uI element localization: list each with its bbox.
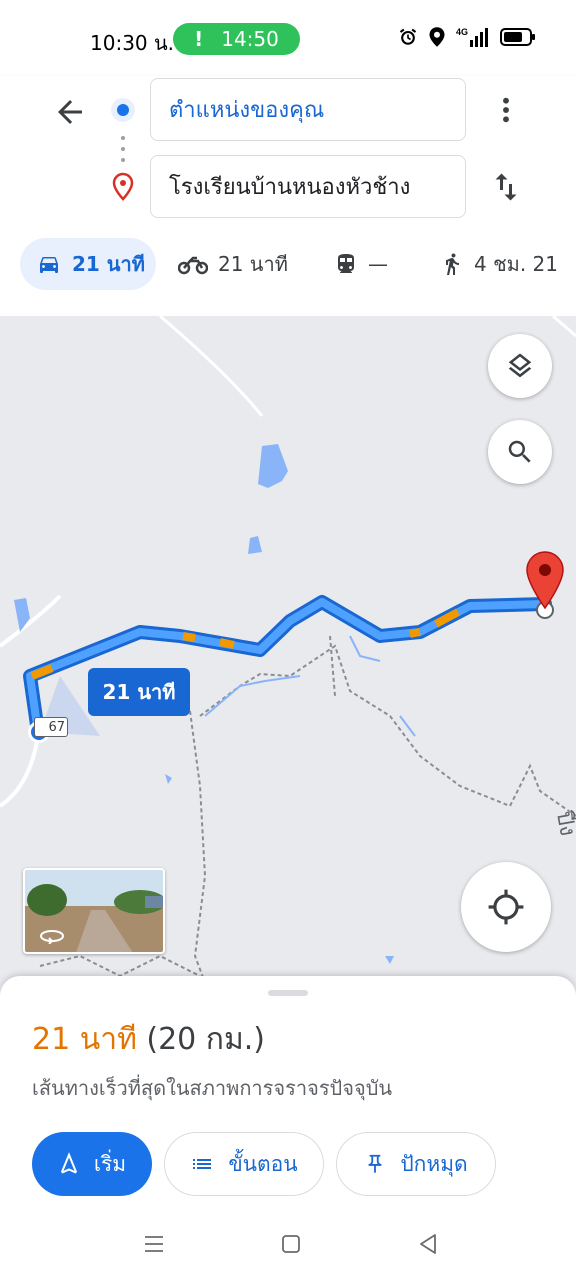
status-icons: 4G [398, 26, 536, 48]
home-icon[interactable] [279, 1232, 303, 1256]
crosshair-icon [488, 889, 524, 925]
battery-icon [500, 28, 535, 46]
clock: 10:30 น. [90, 31, 175, 55]
call-timer-pill[interactable]: ! 14:50 [173, 23, 300, 55]
steps-button-label: ขั้นตอน [228, 1151, 298, 1176]
location-icon [429, 27, 445, 47]
pin-button-label: ปักหมุด [400, 1151, 468, 1176]
layers-icon [508, 353, 532, 378]
network-type-label: 4G [456, 27, 468, 37]
signal-4g-icon: 4G [456, 27, 488, 47]
swap-icon[interactable] [488, 168, 524, 206]
map-place-label: ปีง [550, 809, 576, 839]
menu-icon[interactable] [142, 1232, 166, 1256]
mode-label-driving: 21 นาที [72, 252, 145, 276]
mode-tab-driving[interactable]: 21 นาที [20, 238, 156, 290]
navigation-arrow-icon [60, 1152, 77, 1174]
mode-tab-transit[interactable]: — [334, 238, 388, 290]
walk-icon [446, 253, 459, 275]
mode-label-transit: — [368, 252, 388, 276]
route-connector-dots [121, 136, 125, 162]
origin-dot-icon [111, 98, 135, 122]
mode-label-walking: 4 ชม. 21 [474, 252, 559, 276]
start-button-label: เริ่ม [93, 1151, 127, 1176]
back-icon[interactable] [416, 1232, 440, 1256]
motorcycle-icon [178, 256, 208, 275]
mode-tab-motorcycle[interactable]: 21 นาที [178, 238, 288, 290]
back-arrow-icon[interactable] [52, 94, 88, 130]
status-bar: 10:30 น. ! 14:50 4G [0, 0, 576, 76]
alarm-icon [399, 28, 417, 45]
pushpin-icon [368, 1154, 382, 1174]
destination-marker-icon[interactable] [524, 550, 566, 612]
rotate-360-icon [39, 930, 65, 944]
more-options-icon[interactable] [490, 92, 522, 128]
system-nav-bar [0, 1206, 576, 1280]
map-view[interactable]: 67 21 นาที ปีง สุดอนค [0, 316, 576, 996]
destination-input[interactable]: โรงเรียนบ้านหนองหัวช้าง [150, 155, 466, 218]
route-eta-label[interactable]: 21 นาที [88, 668, 190, 716]
steps-button[interactable]: ขั้นตอน [164, 1132, 324, 1196]
destination-pin-icon [112, 172, 134, 201]
transit-icon [338, 254, 354, 273]
origin-input[interactable]: ตำแหน่งของคุณ [150, 78, 466, 141]
my-location-button[interactable] [461, 862, 551, 952]
route-summary: 21 นาที (20 กม.) [32, 1016, 265, 1063]
directions-header: ตำแหน่งของคุณ โรงเรียนบ้านหนองหัวช้าง 21… [0, 76, 576, 316]
route-bottom-sheet: 21 นาที (20 กม.) เส้นทางเร็วที่สุดในสภาพ… [0, 976, 576, 1206]
search-map-button[interactable] [488, 420, 552, 484]
road-shield: 67 [34, 717, 68, 737]
search-icon [508, 440, 531, 463]
list-icon [193, 1159, 212, 1169]
pin-button[interactable]: ปักหมุด [336, 1132, 496, 1196]
mode-tab-walking[interactable]: 4 ชม. 21 [440, 238, 558, 290]
route-description: เส้นทางเร็วที่สุดในสภาพการจราจรปัจจุบัน [32, 1076, 393, 1100]
street-view-thumbnail[interactable] [23, 868, 165, 954]
layers-button[interactable] [488, 334, 552, 398]
start-navigation-button[interactable]: เริ่ม [32, 1132, 152, 1196]
route-distance: (20 กม.) [146, 1022, 265, 1057]
alert-icon: ! [194, 27, 204, 51]
call-timer: 14:50 [221, 27, 279, 51]
car-icon [40, 257, 58, 273]
mode-label-motorcycle: 21 นาที [218, 252, 288, 276]
drag-handle[interactable] [268, 990, 308, 996]
route-duration: 21 นาที [32, 1022, 137, 1057]
travel-mode-tabs: 21 นาที 21 นาที — 4 ชม. 21 [0, 236, 576, 292]
